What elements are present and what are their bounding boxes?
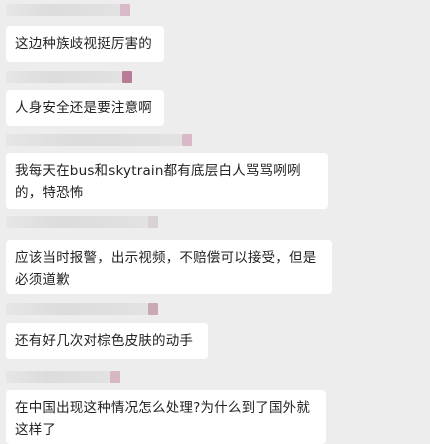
message-text: 我每天在bus和skytrain都有底层白人骂骂咧咧的，特恐怖 <box>15 163 301 201</box>
message-text: 还有好几次对棕色皮肤的动手 <box>15 333 194 349</box>
sender-name-blurred <box>6 4 130 16</box>
blurred-name <box>6 216 148 228</box>
message-text: 这边种族歧视挺厉害的 <box>15 36 152 52</box>
sender-tag <box>110 371 120 383</box>
sender-tag <box>120 4 130 16</box>
blurred-name <box>6 71 122 83</box>
message-text: 在中国出现这种情况怎么处理?为什么到了国外就这样了 <box>15 400 311 438</box>
sender-tag <box>182 134 192 146</box>
sender-name-blurred <box>6 71 132 83</box>
message-bubble[interactable]: 还有好几次对棕色皮肤的动手 <box>6 323 208 359</box>
sender-name-blurred <box>6 216 158 228</box>
chat-window: 这边种族歧视挺厉害的 人身安全还是要注意啊 我每天在bus和skytrain都有… <box>0 0 430 444</box>
sender-tag <box>148 303 158 315</box>
message-bubble[interactable]: 我每天在bus和skytrain都有底层白人骂骂咧咧的，特恐怖 <box>6 153 328 209</box>
sender-name-blurred <box>6 371 120 383</box>
message-bubble[interactable]: 人身安全还是要注意啊 <box>6 90 164 126</box>
blurred-name <box>6 303 148 315</box>
message-bubble[interactable]: 应该当时报警，出示视频，不赔偿可以接受，但是必须道歉 <box>6 240 332 294</box>
sender-tag <box>148 216 158 228</box>
message-text: 应该当时报警，出示视频，不赔偿可以接受，但是必须道歉 <box>15 250 317 288</box>
sender-name-blurred <box>6 134 192 146</box>
blurred-name <box>6 4 120 16</box>
sender-name-blurred <box>6 303 158 315</box>
message-bubble[interactable]: 这边种族歧视挺厉害的 <box>6 26 164 62</box>
message-text: 人身安全还是要注意啊 <box>15 100 152 116</box>
blurred-name <box>6 134 182 146</box>
message-bubble[interactable]: 在中国出现这种情况怎么处理?为什么到了国外就这样了 <box>6 390 326 444</box>
sender-tag <box>122 71 132 83</box>
blurred-name <box>6 371 110 383</box>
